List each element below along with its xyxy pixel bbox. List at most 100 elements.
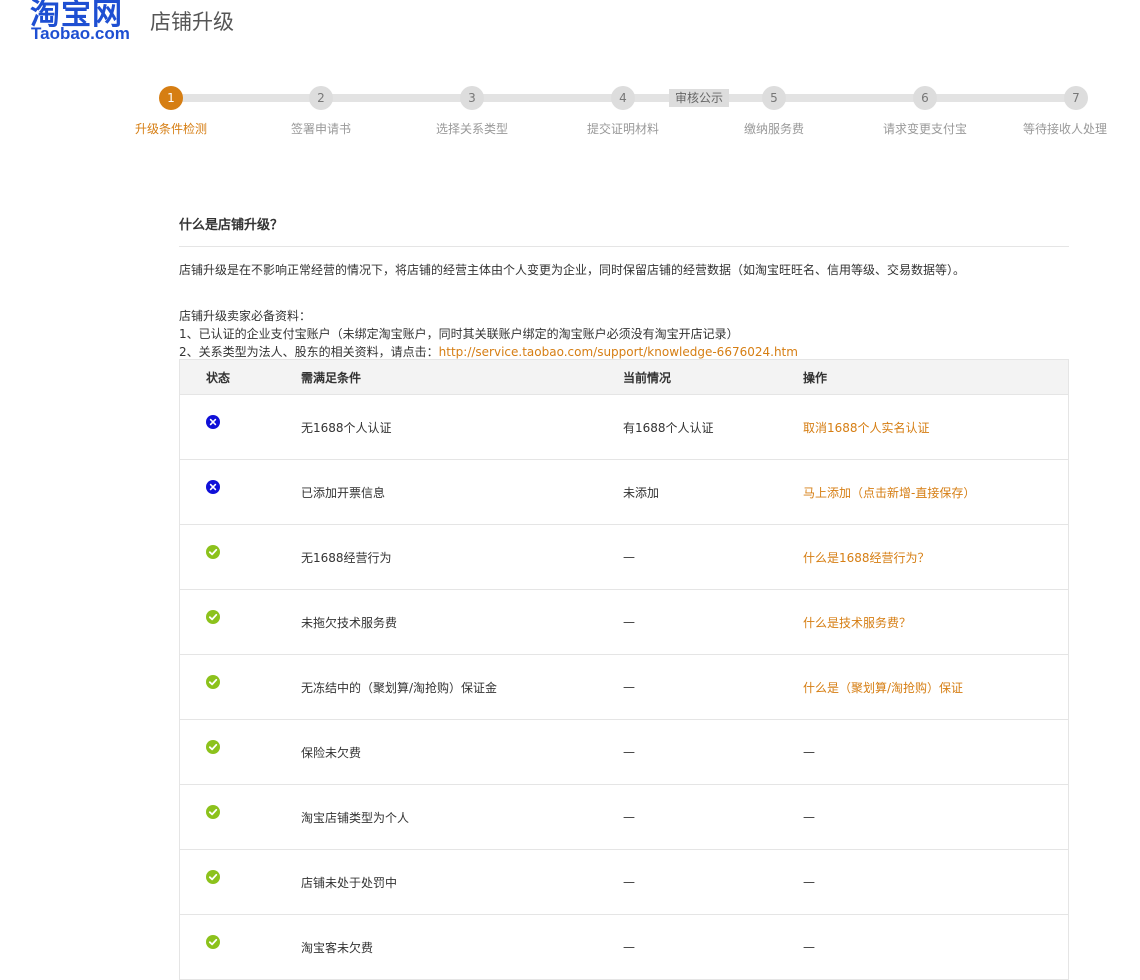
current-cell-text: — bbox=[623, 875, 635, 889]
check-circle-icon bbox=[206, 870, 220, 884]
current-cell-text: 有1688个人认证 bbox=[623, 420, 714, 435]
current-cell-text: — bbox=[623, 615, 635, 629]
step-7-label: 等待接收人处理 bbox=[1022, 122, 1107, 136]
current-cell-text: — bbox=[623, 810, 635, 824]
status-cell bbox=[206, 460, 220, 524]
action-cell: — bbox=[803, 915, 815, 979]
action-cell-text: — bbox=[803, 745, 815, 759]
current-cell: 未添加 bbox=[623, 460, 659, 524]
condition-cell-text: 保险未欠费 bbox=[301, 745, 362, 760]
table-row: 无冻结中的（聚划算/淘抢购）保证金 — 什么是（聚划算/淘抢购）保证 bbox=[180, 655, 1068, 720]
current-cell-text: — bbox=[623, 550, 635, 564]
action-link: 什么是技术服务费？ bbox=[803, 590, 911, 654]
condition-cell: 未拖欠技术服务费 bbox=[301, 590, 397, 654]
condition-cell: 已添加开票信息 bbox=[301, 460, 385, 524]
condition-cell: 保险未欠费 bbox=[301, 720, 361, 784]
step-7-dot: 7 bbox=[1064, 86, 1088, 110]
status-cell bbox=[206, 525, 220, 589]
condition-cell: 店铺未处于处罚中 bbox=[301, 850, 397, 914]
action-link-text[interactable]: 什么是1688经营行为？ bbox=[803, 549, 930, 566]
step-3-label: 选择关系类型 bbox=[435, 122, 508, 136]
current-cell-text: — bbox=[623, 745, 635, 759]
table-header: 状态 需满足条件 当前情况 操作 bbox=[180, 360, 1068, 395]
condition-cell-text: 无冻结中的（聚划算/淘抢购）保证金 bbox=[301, 680, 498, 695]
current-cell: — bbox=[623, 655, 635, 719]
action-cell: — bbox=[803, 720, 815, 784]
requirement-1: 1、已认证的企业支付宝账户（未绑定淘宝账户，同时其关联账户绑定的淘宝账户必须没有… bbox=[179, 327, 739, 341]
step-5-label: 缴纳服务费 bbox=[743, 122, 804, 136]
page-title: 店铺升级 bbox=[150, 10, 234, 34]
status-cell bbox=[206, 655, 220, 719]
header-action: 操作 bbox=[803, 370, 828, 385]
check-circle-icon bbox=[206, 545, 220, 559]
action-cell-text: — bbox=[803, 940, 815, 954]
table-row: 淘宝客未欠费 — — bbox=[180, 915, 1068, 980]
action-link: 什么是1688经营行为？ bbox=[803, 525, 930, 589]
header-status: 状态 bbox=[206, 370, 231, 385]
step-1-dot: 1 bbox=[159, 86, 183, 110]
knowledge-link[interactable]: http://service.taobao.com/support/knowle… bbox=[439, 345, 798, 359]
current-cell: — bbox=[623, 720, 635, 784]
status-cell bbox=[206, 850, 220, 914]
step-6-dot: 6 bbox=[913, 86, 937, 110]
status-cell bbox=[206, 395, 220, 459]
condition-cell-text: 店铺未处于处罚中 bbox=[301, 875, 398, 890]
current-cell-text: — bbox=[623, 680, 635, 694]
check-circle-icon bbox=[206, 610, 220, 624]
x-circle-icon bbox=[206, 415, 220, 429]
step-1-label: 升级条件检测 bbox=[134, 122, 207, 136]
step-5-dot: 5 bbox=[762, 86, 786, 110]
current-cell: 有1688个人认证 bbox=[623, 395, 714, 459]
condition-cell-text: 无1688经营行为 bbox=[301, 550, 392, 565]
action-cell-text: — bbox=[803, 810, 815, 824]
current-cell: — bbox=[623, 785, 635, 849]
condition-cell: 无冻结中的（聚划算/淘抢购）保证金 bbox=[301, 655, 497, 719]
review-tag: 审核公示 bbox=[669, 89, 729, 107]
action-link: 什么是（聚划算/淘抢购）保证 bbox=[803, 655, 963, 719]
step-2-dot: 2 bbox=[309, 86, 333, 110]
condition-cell-text: 淘宝客未欠费 bbox=[301, 940, 374, 955]
action-cell-text: — bbox=[803, 875, 815, 889]
section-title: 什么是店铺升级？ bbox=[179, 218, 284, 233]
current-cell: — bbox=[623, 850, 635, 914]
condition-cell-text: 无1688个人认证 bbox=[301, 420, 392, 435]
condition-cell: 淘宝店铺类型为个人 bbox=[301, 785, 409, 849]
step-4-dot: 4 bbox=[611, 86, 635, 110]
step-2-label: 签署申请书 bbox=[290, 122, 351, 136]
header-condition: 需满足条件 bbox=[301, 370, 362, 385]
progress-steps: 1 2 3 4 审核公示 5 6 7 升级条件检测 签署申请书 选择关系类型 提… bbox=[0, 84, 1140, 144]
logo-text-en: Taobao.com bbox=[31, 24, 130, 43]
table-row: 淘宝店铺类型为个人 — — bbox=[180, 785, 1068, 850]
conditions-table: 状态 需满足条件 当前情况 操作 无1688个人认证 有1688个人认证 取消168… bbox=[179, 359, 1069, 980]
condition-cell: 无1688经营行为 bbox=[301, 525, 392, 589]
condition-cell-text: 未拖欠技术服务费 bbox=[301, 615, 398, 630]
action-cell: — bbox=[803, 785, 815, 849]
x-circle-icon bbox=[206, 480, 220, 494]
requirements-title: 店铺升级卖家必备资料： bbox=[179, 309, 312, 323]
table-row: 已添加开票信息 未添加 马上添加（点击新增-直接保存） bbox=[180, 460, 1068, 525]
status-cell bbox=[206, 915, 220, 979]
taobao-logo[interactable]: 淘宝网 Taobao.com bbox=[30, 0, 138, 44]
action-link-text[interactable]: 马上添加（点击新增-直接保存） bbox=[803, 484, 975, 501]
requirement-2-text: 2、关系类型为法人、股东的相关资料，请点击： bbox=[179, 345, 439, 359]
check-circle-icon bbox=[206, 805, 220, 819]
step-4-label: 提交证明材料 bbox=[586, 122, 659, 136]
current-cell: — bbox=[623, 590, 635, 654]
check-circle-icon bbox=[206, 935, 220, 949]
action-link: 马上添加（点击新增-直接保存） bbox=[803, 460, 975, 524]
current-cell-text: — bbox=[623, 940, 635, 954]
check-circle-icon bbox=[206, 675, 220, 689]
step-3-dot: 3 bbox=[460, 86, 484, 110]
table-row: 无1688个人认证 有1688个人认证 取消1688个人实名认证 bbox=[180, 395, 1068, 460]
table-row: 无1688经营行为 — 什么是1688经营行为？ bbox=[180, 525, 1068, 590]
current-cell: — bbox=[623, 525, 635, 589]
table-row: 店铺未处于处罚中 — — bbox=[180, 850, 1068, 915]
action-link: 取消1688个人实名认证 bbox=[803, 395, 930, 459]
action-link-text[interactable]: 取消1688个人实名认证 bbox=[803, 419, 930, 436]
action-link-text[interactable]: 什么是技术服务费？ bbox=[803, 614, 911, 631]
status-cell bbox=[206, 590, 220, 654]
action-link-text[interactable]: 什么是（聚划算/淘抢购）保证 bbox=[803, 679, 963, 696]
status-cell bbox=[206, 720, 220, 784]
current-cell: — bbox=[623, 915, 635, 979]
requirements: 店铺升级卖家必备资料： 1、已认证的企业支付宝账户（未绑定淘宝账户，同时其关联账… bbox=[179, 307, 798, 361]
